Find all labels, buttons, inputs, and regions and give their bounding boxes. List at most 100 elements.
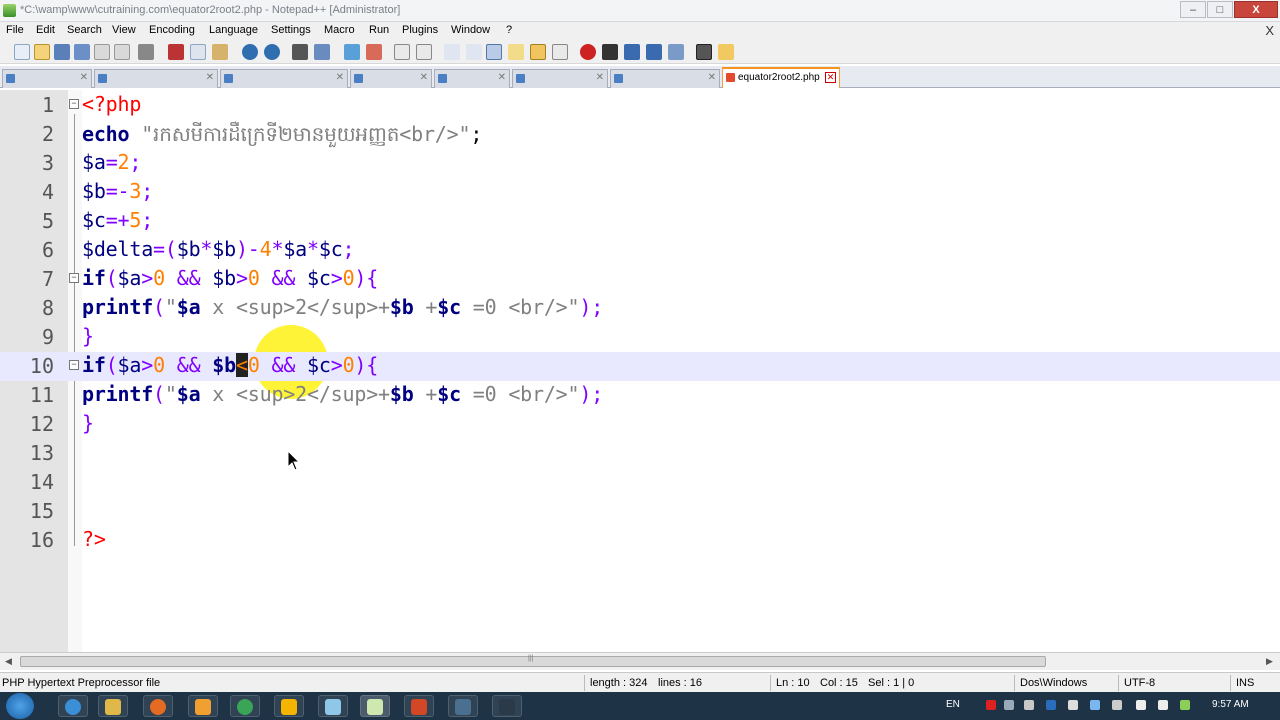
menu-settings[interactable]: Settings	[271, 24, 311, 36]
record-macro-icon[interactable]	[580, 44, 596, 60]
tab-7[interactable]: ✕	[610, 69, 720, 88]
scroll-right-icon[interactable]: ▶	[1266, 656, 1273, 667]
taskbar-app-3[interactable]	[448, 695, 478, 717]
menu-search[interactable]: Search	[67, 24, 102, 36]
network-icon[interactable]	[1158, 700, 1168, 710]
minimize-button[interactable]: ‒	[1180, 1, 1206, 18]
user-language-icon[interactable]	[508, 44, 524, 60]
tab-6[interactable]: ✕	[512, 69, 608, 88]
tray-app-icon[interactable]	[986, 700, 996, 710]
print-icon[interactable]	[138, 44, 154, 60]
zoom-in-icon[interactable]	[344, 44, 360, 60]
stop-recording-icon[interactable]	[602, 44, 618, 60]
function-list-icon[interactable]	[552, 44, 568, 60]
save-all-icon[interactable]	[74, 44, 90, 60]
taskbar-app-4[interactable]	[492, 695, 522, 717]
save-macro-icon[interactable]	[668, 44, 684, 60]
menu-file[interactable]: File	[6, 24, 24, 36]
tray-app-icon[interactable]	[1112, 700, 1122, 710]
tab-close-icon[interactable]: ✕	[708, 72, 716, 83]
tray-app-icon[interactable]	[1090, 700, 1100, 710]
code-editor[interactable]: 1 − <?php 2 echo "រកសមីការដឺក្រេទី២មានមួ…	[0, 90, 1280, 652]
scroll-left-icon[interactable]: ◀	[5, 656, 12, 667]
explorer-icon[interactable]	[718, 44, 734, 60]
doc-map-icon[interactable]	[530, 44, 546, 60]
firefox-icon	[150, 699, 166, 715]
menu-macro[interactable]: Macro	[324, 24, 355, 36]
fold-minus-icon[interactable]: −	[69, 273, 79, 283]
taskbar-chrome[interactable]	[230, 695, 260, 717]
taskbar-app[interactable]	[188, 695, 218, 717]
fold-minus-icon[interactable]: −	[69, 99, 79, 109]
menu-plugins[interactable]: Plugins	[402, 24, 438, 36]
find-icon[interactable]	[292, 44, 308, 60]
tab-close-icon[interactable]: ✕	[498, 72, 506, 83]
tab-equator2root2[interactable]: equator2root2.php ✕	[722, 67, 840, 88]
tab-close-icon[interactable]: ✕	[80, 72, 88, 83]
tab-1[interactable]: ✕	[2, 69, 92, 88]
show-all-chars-icon[interactable]	[466, 44, 482, 60]
taskbar-firefox[interactable]	[143, 695, 173, 717]
menu-language[interactable]: Language	[209, 24, 258, 36]
redo-icon[interactable]	[264, 44, 280, 60]
tray-app-icon[interactable]	[1068, 700, 1078, 710]
zoom-out-icon[interactable]	[366, 44, 382, 60]
code-text: $c=+5;	[82, 208, 154, 232]
taskbar-notepad-plus-plus[interactable]	[360, 695, 390, 717]
menu-help[interactable]: ?	[506, 24, 512, 36]
tray-app-icon[interactable]	[1024, 700, 1034, 710]
run-multiple-icon[interactable]	[646, 44, 662, 60]
playback-icon[interactable]	[624, 44, 640, 60]
close-document-icon[interactable]: X	[1265, 23, 1274, 38]
new-file-icon[interactable]	[14, 44, 30, 60]
menu-window[interactable]: Window	[451, 24, 490, 36]
word-wrap-icon[interactable]	[444, 44, 460, 60]
tab-2[interactable]: ✕	[94, 69, 218, 88]
maximize-button[interactable]: □	[1207, 1, 1233, 18]
paste-icon[interactable]	[212, 44, 228, 60]
code-line-5: 5 $c=+5;	[0, 207, 1280, 236]
battery-icon[interactable]	[1180, 700, 1190, 710]
tab-5[interactable]: ✕	[434, 69, 510, 88]
code-line-14: 14	[0, 468, 1280, 497]
save-icon[interactable]	[54, 44, 70, 60]
tray-keyboard-icon[interactable]	[1004, 700, 1014, 710]
replace-icon[interactable]	[314, 44, 330, 60]
bluetooth-icon[interactable]	[1046, 700, 1056, 710]
menu-encoding[interactable]: Encoding	[149, 24, 195, 36]
menu-edit[interactable]: Edit	[36, 24, 55, 36]
menu-view[interactable]: View	[112, 24, 136, 36]
plugin-icon[interactable]	[696, 44, 712, 60]
taskbar-explorer[interactable]	[98, 695, 128, 717]
menu-run[interactable]: Run	[369, 24, 389, 36]
horizontal-scrollbar[interactable]: ◀ ||| ▶	[0, 652, 1280, 670]
taskbar-app-2[interactable]	[318, 695, 348, 717]
indent-guide-icon[interactable]	[486, 44, 502, 60]
open-file-icon[interactable]	[34, 44, 50, 60]
tab-close-icon[interactable]: ✕	[206, 72, 214, 83]
tab-4[interactable]: ✕	[350, 69, 432, 88]
tab-close-icon[interactable]: ✕	[596, 72, 604, 83]
cut-icon[interactable]	[168, 44, 184, 60]
code-line-13: 13	[0, 439, 1280, 468]
clock[interactable]: 9:57 AM	[1212, 699, 1249, 710]
close-all-icon[interactable]	[114, 44, 130, 60]
line-number: 3	[41, 151, 54, 175]
tab-close-icon[interactable]: ✕	[336, 72, 344, 83]
volume-icon[interactable]	[1136, 700, 1146, 710]
tab-close-icon[interactable]: ✕	[420, 72, 428, 83]
taskbar-outlook[interactable]	[274, 695, 304, 717]
fold-minus-icon[interactable]: −	[69, 360, 79, 370]
language-indicator[interactable]: EN	[946, 699, 960, 710]
start-button-icon[interactable]	[6, 693, 34, 719]
taskbar-ie[interactable]	[58, 695, 88, 717]
close-window-button[interactable]: X	[1234, 1, 1278, 18]
sync-vertical-icon[interactable]	[394, 44, 410, 60]
copy-icon[interactable]	[190, 44, 206, 60]
tab-3[interactable]: ✕	[220, 69, 348, 88]
tab-close-icon[interactable]: ✕	[825, 72, 836, 83]
close-file-icon[interactable]	[94, 44, 110, 60]
undo-icon[interactable]	[242, 44, 258, 60]
taskbar-powerpoint[interactable]	[404, 695, 434, 717]
sync-horizontal-icon[interactable]	[416, 44, 432, 60]
